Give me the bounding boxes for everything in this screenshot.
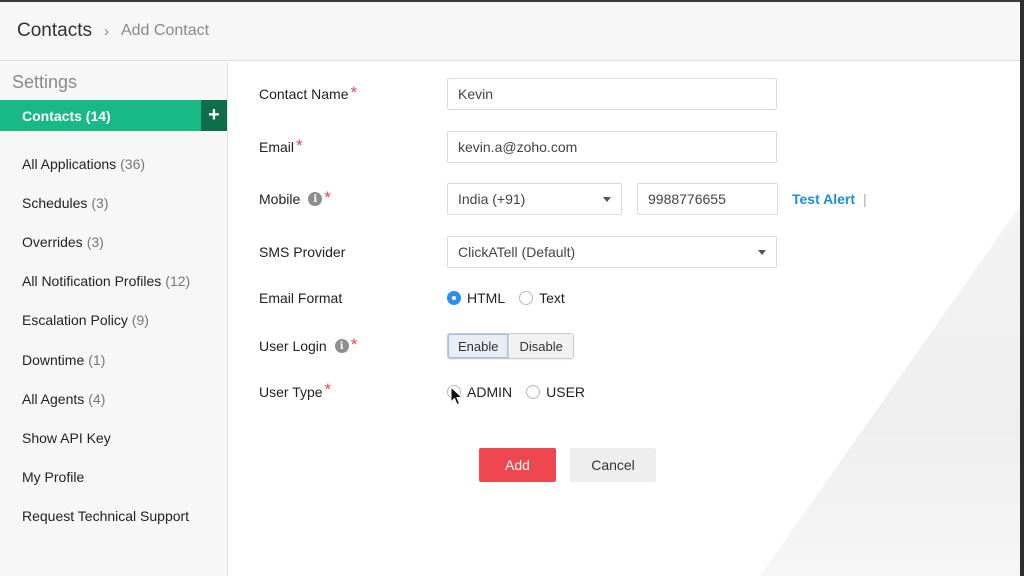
mobile-label: Mobile i * [259,187,447,208]
sidebar-item-label: Schedules [22,194,88,211]
mobile-number-input[interactable]: 9988776655 [637,183,778,215]
user-login-label: User Login i * [259,334,447,355]
sidebar-item-contacts[interactable]: Contacts (14) + [0,100,227,131]
sidebar-item-label: All Agents [22,390,85,407]
country-code-select[interactable]: India (+91) [447,183,622,215]
label-text: Email Format [259,290,343,306]
contact-name-label: Contact Name * [259,82,447,103]
sidebar-item-label: Downtime [22,351,85,368]
add-contact-form: Contact Name * Kevin Email * kevin.a@zoh… [229,62,1020,576]
test-alert-link[interactable]: Test Alert [792,191,855,207]
sidebar-item-all-agents[interactable]: All Agents (4) [0,379,227,418]
email-format-row: Email Format HTML Text [259,290,579,306]
email-format-label: Email Format [259,290,447,306]
email-label: Email * [259,135,447,156]
sidebar-item-show-api-key[interactable]: Show API Key [0,418,227,457]
user-type-row: User Type * ADMIN USER [259,380,599,400]
radio-label-user[interactable]: USER [546,384,585,400]
sidebar-item-count: (4) [88,390,106,407]
radio-label-admin[interactable]: ADMIN [467,384,512,400]
sidebar-item-all-applications[interactable]: All Applications (36) [0,144,227,183]
required-asterisk-icon: * [324,380,332,399]
sidebar-item-label: Contacts (14) [22,107,111,124]
window-right-border [1020,0,1024,576]
sidebar-item-count: (3) [91,194,109,211]
sidebar-item-count: (12) [165,273,191,290]
sidebar-item-schedules[interactable]: Schedules (3) [0,183,227,222]
sidebar-item-request-support[interactable]: Request Technical Support [0,497,227,536]
sidebar-item-label: All Notification Profiles [22,273,162,290]
sms-provider-label: SMS Provider [259,244,447,260]
label-text: Mobile [259,191,301,207]
email-format-radio-group: HTML Text [447,290,579,306]
decorative-background-shape [760,206,1020,576]
user-login-disable-button[interactable]: Disable [508,334,573,358]
user-login-toggle: Enable Disable [447,333,574,359]
sidebar-item-count: (1) [88,351,106,368]
label-text: Contact Name [259,86,349,102]
breadcrumb-current: Add Contact [120,22,210,39]
radio-label-text[interactable]: Text [539,290,565,306]
sidebar-item-label: Show API Key [22,429,111,446]
add-button[interactable]: Add [479,448,556,482]
sidebar-title: Settings [12,72,78,92]
sidebar-item-label: Request Technical Support [22,508,190,525]
sidebar-item-count: (36) [120,155,146,172]
user-type-user-radio[interactable] [526,384,541,399]
user-login-row: User Login i * Enable Disable [259,333,574,359]
sidebar-item-label: Overrides [22,233,83,250]
settings-sidebar: Settings Contacts (14) + All Application… [0,62,228,576]
sidebar-list: All Applications (36) Schedules (3) Overri… [0,144,227,536]
sidebar-item-my-profile[interactable]: My Profile [0,458,227,497]
sidebar-item-overrides[interactable]: Overrides (3) [0,222,227,261]
required-asterisk-icon: * [324,187,331,207]
sidebar-item-label: My Profile [22,469,85,486]
sidebar-item-label: Escalation Policy [22,312,128,329]
required-asterisk-icon: * [296,135,303,155]
cancel-button[interactable]: Cancel [570,448,656,482]
mouse-pointer-icon [450,386,464,406]
email-format-text-radio[interactable] [519,291,534,305]
label-text: User Type [259,383,323,400]
page-header: Contacts › Add Contact [0,2,1020,61]
label-text: User Login [259,338,327,354]
sms-provider-select[interactable]: ClickATell (Default) [447,236,777,268]
label-text: SMS Provider [259,244,346,260]
input-value: Kevin [458,86,494,102]
info-icon[interactable]: i [308,192,323,206]
sidebar-item-label: All Applications [22,155,117,172]
select-value: ClickATell (Default) [458,244,576,260]
sidebar-item-count: (3) [86,233,104,250]
user-type-label: User Type * [259,380,447,400]
user-login-enable-button[interactable]: Enable [448,334,509,358]
user-type-radio-group: ADMIN USER [447,384,599,400]
breadcrumb-contacts[interactable]: Contacts [17,20,92,42]
dropdown-caret-icon [758,249,766,255]
email-format-html-radio[interactable] [447,291,461,305]
contact-name-row: Contact Name * Kevin [259,78,777,110]
label-text: Email [259,139,295,155]
radio-label-html[interactable]: HTML [467,290,505,306]
required-asterisk-icon: * [350,82,358,102]
dropdown-caret-icon [603,196,611,202]
select-value: India (+91) [458,191,526,207]
add-contact-plus-icon[interactable]: + [201,100,227,131]
sidebar-item-escalation-policy[interactable]: Escalation Policy (9) [0,301,227,340]
sidebar-item-count: (9) [131,312,149,329]
input-value: 9988776655 [648,191,726,207]
sidebar-item-downtime[interactable]: Downtime (1) [0,340,227,379]
sidebar-item-notification-profiles[interactable]: All Notification Profiles (12) [0,262,227,301]
email-input[interactable]: kevin.a@zoho.com [447,131,777,163]
input-value: kevin.a@zoho.com [458,139,578,155]
required-asterisk-icon: * [350,334,358,354]
contact-name-input[interactable]: Kevin [447,78,777,110]
separator-pipe: | [863,191,867,207]
mobile-row: Mobile i * India (+91) 9988776655 Test A… [259,183,867,215]
email-row: Email * kevin.a@zoho.com [259,131,777,163]
info-icon[interactable]: i [334,339,349,353]
breadcrumb-separator-icon: › [103,22,109,40]
sms-provider-row: SMS Provider ClickATell (Default) [259,236,777,268]
